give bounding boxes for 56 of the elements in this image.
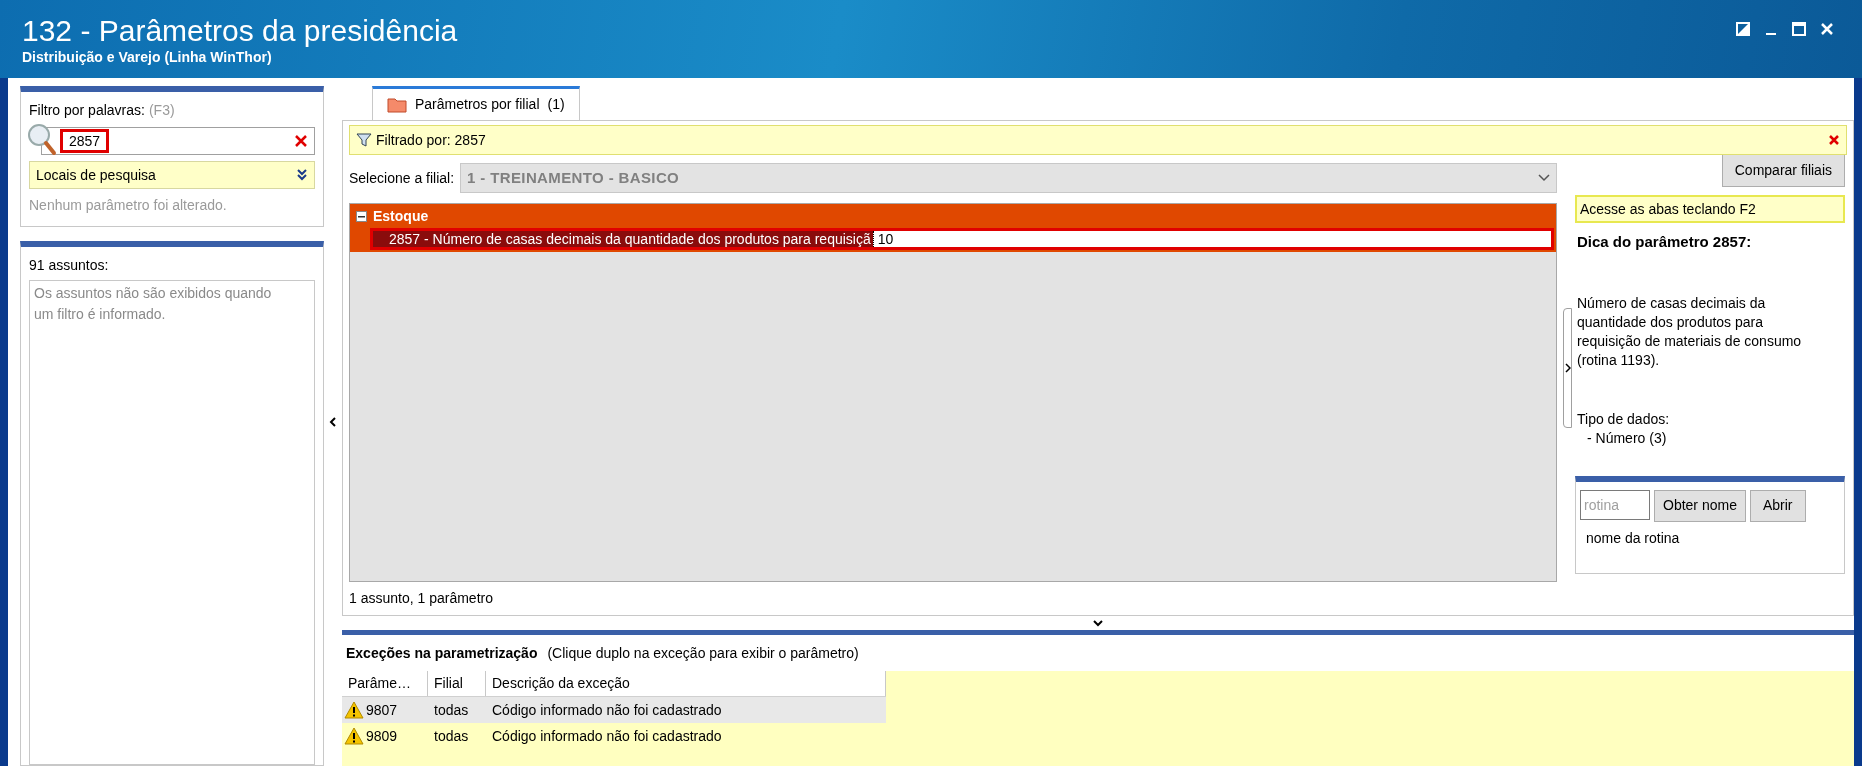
funnel-icon [356, 132, 372, 148]
data-type-value: - Número (3) [1586, 428, 1668, 448]
table-cell-text: Código informado não foi cadastrado [491, 700, 723, 720]
tree-status: 1 assunto, 1 parâmetro [349, 589, 494, 608]
data-type-label: Tipo de dados: [1576, 409, 1671, 429]
tab[interactable]: Parâmetros por filial (1) [372, 86, 580, 120]
exceptions-title: Exceções na parametrização [346, 643, 538, 663]
exception-row[interactable]: 9809 todas Código informado não foi cadastrado [342, 723, 886, 749]
search-icon [27, 123, 57, 157]
filter-bar-text: Filtrado por: 2857 [376, 130, 486, 150]
routine-name-label: nome da rotina [1585, 528, 1681, 548]
subjects-message: Os assuntos não são exibidos quando um filtro é informado. [34, 284, 273, 324]
routine-field[interactable]: rotina [1580, 489, 1650, 520]
tree-group[interactable]: Estoque [350, 204, 1556, 228]
parameter-value-field[interactable]: 10 [872, 231, 1551, 247]
status-text: Nenhum parâmetro foi alterado. [29, 196, 228, 215]
table-cell-text: Código informado não foi cadastrado [491, 726, 723, 746]
table-cell-text: todas [433, 700, 470, 720]
filter-label: Filtro por palavras: [29, 101, 145, 120]
filter-field[interactable]: 2857 [41, 127, 315, 155]
warning-icon [344, 701, 364, 719]
exception-row[interactable]: 9807 todas Código informado não foi cadastrado [342, 697, 886, 723]
warning-icon [344, 727, 364, 745]
exceptions-note: (Clique duplo na exceção para exibir o parâmetro) [547, 643, 859, 663]
parameter-row[interactable]: 2857 - Número de casas decimais da quantidade dos produtos para requisiçã 10 [370, 228, 1554, 250]
close-icon[interactable] [1820, 22, 1834, 36]
branch-label: Selecione a filial: [349, 168, 455, 188]
clear-icon[interactable] [1828, 134, 1840, 146]
clear-icon[interactable] [294, 134, 308, 148]
column-header[interactable]: Filial [428, 671, 486, 696]
collapse-left-icon[interactable] [329, 416, 337, 428]
subjects-count: 91 assuntos: [29, 256, 110, 275]
collapse-icon[interactable] [356, 210, 367, 222]
expand-handle[interactable] [1563, 308, 1572, 428]
column-header[interactable]: Descrição da exceção [486, 671, 886, 696]
column-header[interactable]: Parâme… [342, 671, 428, 696]
folder-icon [387, 96, 407, 113]
collapse-down-icon[interactable] [1092, 619, 1104, 627]
open-button[interactable]: Abrir [1749, 489, 1806, 522]
chevron-right-icon [1564, 363, 1571, 373]
table-cell-text: todas [433, 726, 470, 746]
double-chevron-icon [296, 169, 308, 181]
hint-description: Número de casas decimais da quantidade dos produtos para requisição de materiais de consumo (rotina 1193). [1576, 293, 1803, 370]
window-subtitle: Distribuição e Varejo (Linha WinThor) [22, 48, 273, 66]
chevron-down-icon [1538, 174, 1550, 182]
table-cell-text: 9809 [366, 726, 398, 746]
search-locations-dropdown[interactable]: Locais de pesquisa [29, 161, 315, 189]
get-name-button[interactable]: Obter nome [1654, 489, 1746, 522]
table-cell-text: 9807 [366, 700, 398, 720]
filter-value: 2857 [60, 129, 110, 153]
shortcut-hint: (F3) [148, 101, 175, 120]
window-title: 132 - Parâmetros da presidência [22, 14, 458, 48]
parameter-label: 2857 - Número de casas decimais da quantidade dos produtos para requisiçã [373, 231, 873, 247]
hint-title: Dica do parâmetro 2857: [1576, 232, 1753, 252]
maximize-icon[interactable] [1792, 22, 1806, 36]
hint-banner: Acesse as abas teclando F2 [1575, 195, 1845, 223]
